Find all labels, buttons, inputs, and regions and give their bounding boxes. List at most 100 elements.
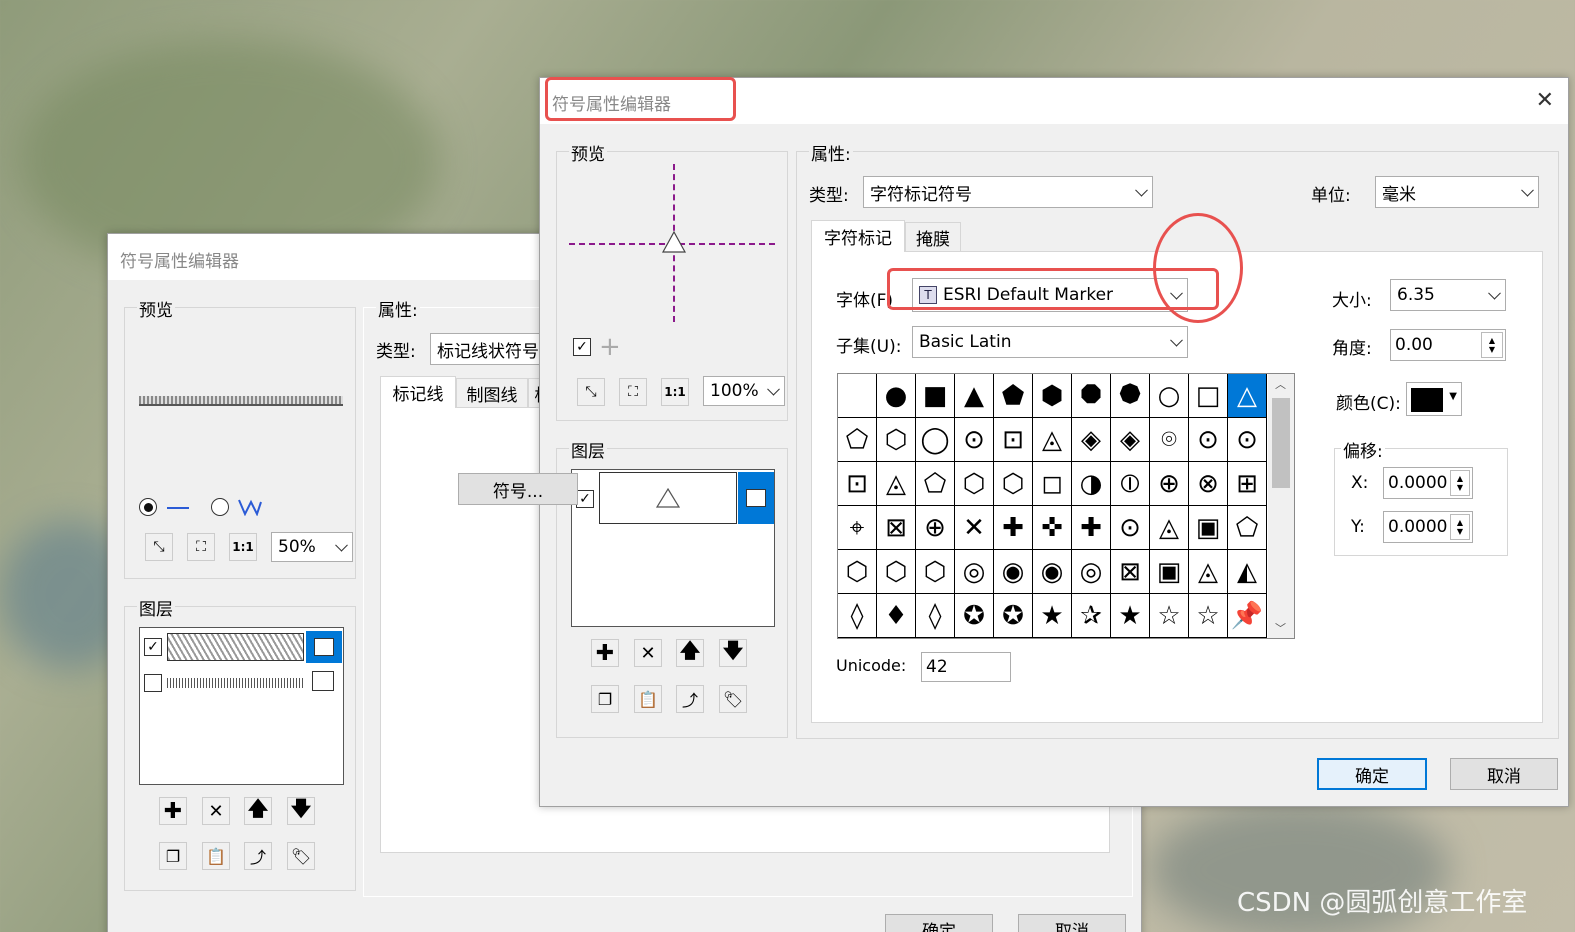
glyph-cell[interactable]: ⬠ <box>916 462 955 506</box>
glyph-cell[interactable]: ◬ <box>1189 550 1228 594</box>
glyph-cell[interactable]: ⬡ <box>994 462 1033 506</box>
layer-1-checkbox[interactable]: ✓ <box>576 490 594 508</box>
glyph-cell[interactable]: ⊡ <box>994 418 1033 462</box>
glyph-grid-scrollbar[interactable]: ︿ ﹀ <box>1268 374 1294 638</box>
back-add-layer-button[interactable]: ✚ <box>159 797 187 825</box>
add-layer-button[interactable]: ✚ <box>591 639 619 667</box>
back-layer-2-checkbox[interactable] <box>144 674 162 692</box>
glyph-cell[interactable]: ⬡ <box>916 550 955 594</box>
glyph-cell[interactable]: ✚ <box>1072 506 1111 550</box>
glyph-cell[interactable]: ◯ <box>916 418 955 462</box>
close-icon[interactable]: ✕ <box>1536 88 1554 113</box>
y-offset-input[interactable]: 0.0000 ▲ ▼ <box>1383 511 1473 543</box>
back-reset-button[interactable]: ⤴ <box>244 842 272 870</box>
back-move-down-button[interactable]: 🡇 <box>287 796 315 825</box>
back-cancel-button[interactable]: 取消 <box>1018 914 1126 932</box>
glyph-cell[interactable]: ◬ <box>877 462 916 506</box>
back-tab-cartographic-line[interactable]: 制图线 <box>456 378 528 408</box>
glyph-cell[interactable]: ♦ <box>877 594 916 638</box>
scroll-thumb[interactable] <box>1272 398 1290 488</box>
x-offset-input[interactable]: 0.0000 ▲ ▼ <box>1383 467 1473 499</box>
color-picker[interactable]: ▼ <box>1406 382 1462 416</box>
back-symbol-button[interactable]: 符号... <box>458 473 578 505</box>
unit-select[interactable]: 毫米 <box>1375 176 1539 208</box>
back-layer-1-checkbox[interactable]: ✓ <box>144 638 162 656</box>
cancel-button[interactable]: 取消 <box>1450 758 1558 790</box>
angle-input[interactable]: 0.00 ▲ ▼ <box>1390 329 1506 361</box>
glyph-cell[interactable]: ✪ <box>955 594 994 638</box>
actual-size-button[interactable]: 1:1 <box>661 378 689 406</box>
tab-mask[interactable]: 掩膜 <box>905 222 961 252</box>
glyph-cell[interactable]: ⯄ <box>1111 374 1150 418</box>
remove-layer-button[interactable]: ✕ <box>634 639 662 667</box>
scroll-up-icon[interactable]: ︿ <box>1275 376 1286 392</box>
glyph-cell[interactable]: ✪ <box>994 594 1033 638</box>
glyph-cell[interactable]: ◊ <box>838 594 877 638</box>
angle-spinner[interactable]: ▲ ▼ <box>1481 332 1503 358</box>
glyph-cell[interactable]: ⬠ <box>838 418 877 462</box>
copy-button[interactable]: ❐ <box>591 685 619 713</box>
glyph-cell[interactable]: ✜ <box>1033 506 1072 550</box>
glyph-cell[interactable]: ◎ <box>1072 550 1111 594</box>
glyph-cell[interactable]: ◈ <box>1111 418 1150 462</box>
ok-button[interactable]: 确定 <box>1317 758 1427 790</box>
back-shrink-button[interactable]: ⤡ <box>145 533 173 561</box>
back-actual-size-button[interactable]: 1:1 <box>229 533 257 561</box>
back-radio-selected[interactable] <box>139 498 157 516</box>
back-radio-unselected[interactable] <box>211 498 229 516</box>
back-zoom-select[interactable]: 50% <box>271 532 353 562</box>
paste-button[interactable]: 📋 <box>634 685 662 713</box>
expand-button[interactable]: ⛶ <box>619 378 647 406</box>
back-move-up-button[interactable]: 🡅 <box>244 796 272 825</box>
glyph-cell[interactable]: ⦶ <box>1111 462 1150 506</box>
glyph-cell[interactable]: ▣ <box>1189 506 1228 550</box>
glyph-cell[interactable]: ⬠ <box>1228 506 1267 550</box>
glyph-cell[interactable]: ⬡ <box>838 550 877 594</box>
unicode-input[interactable]: 42 <box>921 652 1011 682</box>
glyph-cell[interactable]: ◎ <box>955 550 994 594</box>
type-select[interactable]: 字符标记符号 <box>863 176 1153 208</box>
glyph-cell[interactable]: ★ <box>1033 594 1072 638</box>
lock-icon[interactable] <box>312 671 334 691</box>
glyph-cell[interactable] <box>838 374 877 418</box>
glyph-cell[interactable]: ✕ <box>955 506 994 550</box>
glyph-cell[interactable]: ⊙ <box>1111 506 1150 550</box>
shrink-button[interactable]: ⤡ <box>577 378 605 406</box>
y-spinner[interactable]: ▲ ▼ <box>1450 514 1470 540</box>
back-remove-layer-button[interactable]: ✕ <box>202 797 230 825</box>
glyph-cell[interactable]: ⊙ <box>955 418 994 462</box>
glyph-cell[interactable]: ◉ <box>994 550 1033 594</box>
glyph-cell[interactable]: ☆ <box>1150 594 1189 638</box>
back-layer-1-swatch[interactable] <box>167 633 304 661</box>
size-select[interactable]: 6.35 <box>1390 279 1506 311</box>
glyph-cell[interactable]: ⬡ <box>877 418 916 462</box>
glyph-cell[interactable]: ⊕ <box>916 506 955 550</box>
glyph-cell[interactable]: ☆ <box>1189 594 1228 638</box>
back-copy-button[interactable]: ❐ <box>159 842 187 870</box>
glyph-cell[interactable]: ● <box>877 374 916 418</box>
glyph-cell[interactable]: ✰ <box>1072 594 1111 638</box>
glyph-cell[interactable]: ◭ <box>1228 550 1267 594</box>
glyph-cell[interactable]: ⬡ <box>955 462 994 506</box>
glyph-cell[interactable]: ○ <box>1150 374 1189 418</box>
back-tag-button[interactable]: 🏷 <box>287 842 315 870</box>
subset-select[interactable]: Basic Latin <box>912 326 1188 358</box>
glyph-cell[interactable]: ⊠ <box>1111 550 1150 594</box>
glyph-cell[interactable]: ◻ <box>1033 462 1072 506</box>
glyph-cell[interactable]: ▣ <box>1150 550 1189 594</box>
glyph-cell[interactable]: ◬ <box>1150 506 1189 550</box>
reset-button[interactable]: ⤴ <box>676 685 704 713</box>
glyph-cell[interactable]: ⬡ <box>877 550 916 594</box>
back-layer-2-swatch[interactable] <box>167 678 304 688</box>
glyph-cell[interactable]: ⊕ <box>1150 462 1189 506</box>
glyph-cell[interactable]: ⊡ <box>838 462 877 506</box>
layer-1-swatch[interactable] <box>599 472 737 524</box>
glyph-cell[interactable]: ⊞ <box>1228 462 1267 506</box>
glyph-cell[interactable]: ◈ <box>1072 418 1111 462</box>
glyph-cell[interactable]: ★ <box>1111 594 1150 638</box>
move-down-button[interactable]: 🡇 <box>719 638 747 667</box>
glyph-cell[interactable]: ◊ <box>916 594 955 638</box>
glyph-cell[interactable]: ⊗ <box>1189 462 1228 506</box>
back-expand-button[interactable]: ⛶ <box>187 533 215 561</box>
tag-button[interactable]: 🏷 <box>719 685 747 713</box>
